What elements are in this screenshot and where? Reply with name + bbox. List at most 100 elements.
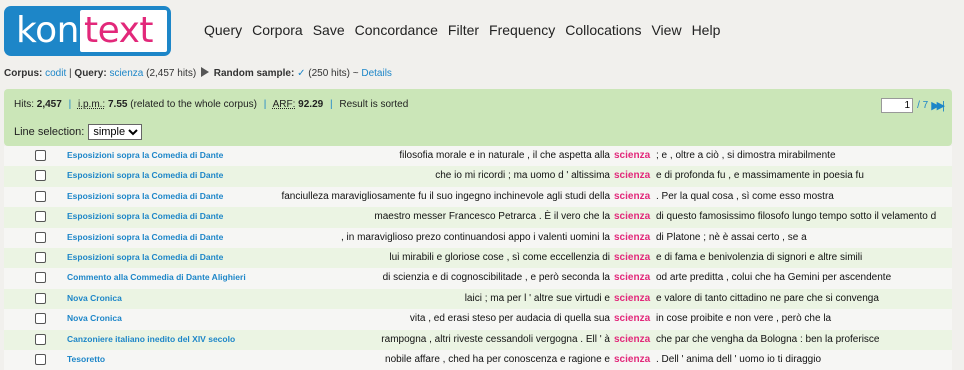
page-input[interactable] [881, 98, 914, 113]
row-keyword[interactable]: scienza [614, 293, 650, 304]
page-total: / 7 [917, 100, 929, 111]
sorted-status: Result is sorted [339, 99, 409, 110]
row-source-link[interactable]: Canzoniere italiano inedito del XIV seco… [67, 334, 235, 344]
row-right-context: . Per la qual cosa , sì come esso mostra [656, 190, 834, 202]
crumb-separator: | [69, 68, 72, 79]
row-checkbox[interactable] [35, 170, 46, 182]
row-checkbox[interactable] [35, 313, 46, 325]
menu-frequency[interactable]: Frequency [489, 22, 555, 38]
row-right-context: ; e , oltre a ciò , si dimostra mirabilm… [656, 150, 836, 161]
sample-label: Random sample: [213, 68, 295, 79]
kontext-logo[interactable]: kon text [4, 6, 171, 56]
arf-label[interactable]: ARF: [273, 99, 296, 110]
row-keyword[interactable]: scienza [614, 252, 650, 263]
table-row: Esposizioni sopra la Comedia di Dante , i… [4, 227, 952, 248]
check-icon[interactable]: ✓ [297, 68, 305, 79]
hits-value: 2,457 [36, 99, 62, 110]
row-keyword[interactable]: scienza [614, 313, 650, 324]
table-row: Esposizioni sopra la Comedia di Dante fil… [4, 146, 952, 167]
info-separator: | [329, 99, 333, 110]
row-right-context: e di fama e benivolenzia di signori e al… [656, 251, 863, 263]
row-keyword[interactable]: scienza [614, 211, 650, 222]
pagination: / 7 ▶▶| [881, 98, 945, 113]
row-source-link[interactable]: Nova Cronica [67, 293, 122, 303]
row-checkbox[interactable] [35, 353, 46, 365]
row-checkbox[interactable] [35, 211, 46, 223]
menu-collocations[interactable]: Collocations [565, 22, 641, 38]
menu-view[interactable]: View [651, 22, 681, 38]
row-source-link[interactable]: Commento alla Commedia di Dante Alighier… [67, 272, 246, 282]
tilde-icon: ~ [352, 68, 359, 79]
result-info: Hits: 2,457 | i.p.m.: 7.55 (related to t… [14, 99, 408, 110]
row-checkbox[interactable] [35, 272, 46, 284]
row-source-link[interactable]: Esposizioni sopra la Comedia di Dante [67, 170, 223, 180]
row-right-context: e di profonda fu , e massimamente in poe… [656, 170, 864, 182]
table-row: Commento alla Commedia di Dante Alighier… [4, 268, 952, 289]
row-keyword[interactable]: scienza [614, 354, 650, 365]
concordance-table: Esposizioni sopra la Comedia di Dante fil… [4, 146, 952, 370]
row-keyword[interactable]: scienza [614, 150, 650, 161]
row-right-context: di Platone ; nè è assai certo , se a [656, 231, 807, 243]
row-source-link[interactable]: Tesoretto [67, 354, 105, 364]
row-checkbox[interactable] [35, 292, 46, 304]
table-row: Tesoretto nobile affare , ched ha per con… [4, 349, 952, 370]
row-left-context: di scienzia e di cognoscibilitade , e pe… [382, 272, 610, 284]
logo-part-text: text [84, 10, 154, 51]
row-checkbox[interactable] [35, 251, 46, 263]
menu-save[interactable]: Save [313, 22, 345, 38]
row-right-context: che par che vengha da Bologna : ben la p… [656, 333, 880, 345]
arrow-right-icon [200, 67, 209, 77]
row-source-link[interactable]: Nova Cronica [67, 313, 122, 323]
row-keyword[interactable]: scienza [614, 334, 650, 345]
info-separator: | [68, 99, 72, 110]
details-link[interactable]: Details [361, 68, 392, 79]
row-source-link[interactable]: Esposizioni sopra la Comedia di Dante [67, 232, 223, 242]
row-source-link[interactable]: Esposizioni sopra la Comedia di Dante [67, 211, 223, 221]
ipm-label[interactable]: i.p.m.: [78, 99, 105, 110]
corpus-link[interactable]: codit [45, 68, 66, 79]
ipm-value: 7.55 [108, 99, 128, 110]
menu-help[interactable]: Help [692, 22, 721, 38]
row-left-context: laici ; ma per l ' altre sue virtudi e [464, 292, 610, 304]
top-bar: kon text Query Corpora Save Concordance … [0, 0, 964, 62]
hits-label: Hits: [14, 99, 34, 110]
corpus-label: Corpus: [4, 68, 43, 79]
query-label: Query: [74, 68, 107, 79]
sample-hits: (250 hits) [308, 68, 350, 79]
query-link[interactable]: scienza [109, 68, 143, 79]
table-row: Esposizioni sopra la Comedia di Dante fan… [4, 186, 952, 208]
main-menu: Query Corpora Save Concordance Filter Fr… [204, 22, 730, 38]
line-selection-select[interactable]: simple [88, 124, 143, 140]
logo-part-kon: kon [16, 10, 79, 51]
menu-concordance[interactable]: Concordance [355, 22, 438, 38]
table-row: Esposizioni sopra la Comedia di Dante che… [4, 166, 952, 187]
row-checkbox[interactable] [35, 150, 46, 161]
row-source-link[interactable]: Esposizioni sopra la Comedia di Dante [67, 150, 223, 160]
row-source-link[interactable]: Esposizioni sopra la Comedia di Dante [67, 191, 223, 201]
row-right-context: in cose proibite e non vere , però che l… [656, 313, 832, 325]
menu-filter[interactable]: Filter [448, 22, 479, 38]
menu-corpora[interactable]: Corpora [252, 22, 303, 38]
row-right-context: . Dell ' anima dell ' uomo io ti diraggi… [656, 353, 822, 365]
next-last-page-icon[interactable]: ▶▶| [931, 99, 945, 112]
row-left-context: rampogna , altri riveste cessandoli verg… [381, 333, 610, 345]
row-checkbox[interactable] [35, 333, 46, 345]
row-keyword[interactable]: scienza [614, 232, 650, 243]
row-keyword[interactable]: scienza [614, 272, 650, 283]
row-left-context: , in maraviglioso prezo continuandosi ap… [340, 231, 610, 243]
row-keyword[interactable]: scienza [614, 170, 650, 181]
query-breadcrumb: Corpus: codit | Query: scienza (2,457 hi… [4, 67, 392, 79]
query-hits: (2,457 hits) [146, 68, 197, 79]
row-left-context: fanciulleza maravigliosamente fu il suo … [281, 190, 610, 202]
row-left-context: filosofia morale e in naturale , il che … [399, 150, 610, 161]
table-row: Nova Cronica vita , ed erasi steso per au… [4, 309, 952, 330]
row-right-context: od arte preditta , colui che ha Gemini p… [656, 272, 892, 284]
row-checkbox[interactable] [35, 231, 46, 243]
row-keyword[interactable]: scienza [614, 191, 650, 202]
logo-text-box: text [80, 10, 167, 52]
table-row: Esposizioni sopra la Comedia di Dante mae… [4, 207, 952, 228]
info-separator: | [263, 99, 267, 110]
row-source-link[interactable]: Esposizioni sopra la Comedia di Dante [67, 252, 223, 262]
row-checkbox[interactable] [35, 190, 46, 202]
menu-query[interactable]: Query [204, 22, 242, 38]
